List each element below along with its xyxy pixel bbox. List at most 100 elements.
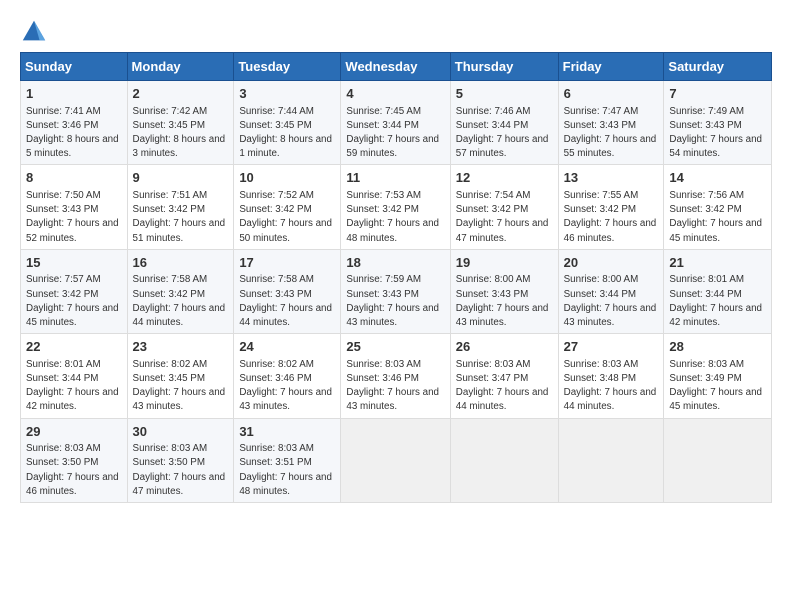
day-cell: 7Sunrise: 7:49 AMSunset: 3:43 PMDaylight… — [664, 81, 772, 165]
day-cell: 3 Sunrise: 7:44 AMSunset: 3:45 PMDaylight… — [234, 81, 341, 165]
day-number: 23 — [133, 338, 229, 356]
day-cell: 29 Sunrise: 8:03 AMSunset: 3:50 PMDayligh… — [21, 418, 128, 502]
day-info: Sunrise: 7:45 AMSunset: 3:44 PMDaylight:… — [346, 106, 439, 160]
day-info: Sunrise: 7:59 AMSunset: 3:43 PMDaylight:… — [346, 274, 439, 328]
day-cell: 16 Sunrise: 7:58 AMSunset: 3:42 PMDayligh… — [127, 249, 234, 333]
day-cell: 4 Sunrise: 7:45 AMSunset: 3:44 PMDaylight… — [341, 81, 450, 165]
day-number: 4 — [346, 85, 444, 103]
day-info: Sunrise: 8:02 AMSunset: 3:46 PMDaylight:… — [239, 359, 332, 413]
col-header-sunday: Sunday — [21, 53, 128, 81]
day-cell: 23 Sunrise: 8:02 AMSunset: 3:45 PMDayligh… — [127, 334, 234, 418]
day-info: Sunrise: 8:02 AMSunset: 3:45 PMDaylight:… — [133, 359, 226, 413]
day-info: Sunrise: 8:01 AMSunset: 3:44 PMDaylight:… — [669, 274, 762, 328]
day-number: 12 — [456, 169, 553, 187]
day-cell — [341, 418, 450, 502]
col-header-thursday: Thursday — [450, 53, 558, 81]
day-cell: 5Sunrise: 7:46 AMSunset: 3:44 PMDaylight… — [450, 81, 558, 165]
calendar-table: SundayMondayTuesdayWednesdayThursdayFrid… — [20, 52, 772, 503]
day-cell: 19 Sunrise: 8:00 AMSunset: 3:43 PMDayligh… — [450, 249, 558, 333]
day-number: 24 — [239, 338, 335, 356]
day-info: Sunrise: 7:50 AMSunset: 3:43 PMDaylight:… — [26, 190, 119, 244]
day-number: 31 — [239, 423, 335, 441]
day-info: Sunrise: 8:00 AMSunset: 3:43 PMDaylight:… — [456, 274, 549, 328]
day-number: 10 — [239, 169, 335, 187]
day-info: Sunrise: 7:58 AMSunset: 3:42 PMDaylight:… — [133, 274, 226, 328]
day-number: 28 — [669, 338, 766, 356]
logo-icon — [20, 18, 48, 46]
week-row-3: 15 Sunrise: 7:57 AMSunset: 3:42 PMDayligh… — [21, 249, 772, 333]
day-cell: 14Sunrise: 7:56 AMSunset: 3:42 PMDayligh… — [664, 165, 772, 249]
day-number: 27 — [564, 338, 659, 356]
day-number: 9 — [133, 169, 229, 187]
day-cell: 9 Sunrise: 7:51 AMSunset: 3:42 PMDaylight… — [127, 165, 234, 249]
day-cell: 20 Sunrise: 8:00 AMSunset: 3:44 PMDayligh… — [558, 249, 664, 333]
day-info: Sunrise: 8:03 AMSunset: 3:50 PMDaylight:… — [26, 443, 119, 497]
col-header-saturday: Saturday — [664, 53, 772, 81]
calendar-page: SundayMondayTuesdayWednesdayThursdayFrid… — [0, 0, 792, 612]
header-row: SundayMondayTuesdayWednesdayThursdayFrid… — [21, 53, 772, 81]
col-header-friday: Friday — [558, 53, 664, 81]
day-info: Sunrise: 7:47 AMSunset: 3:43 PMDaylight:… — [564, 106, 657, 160]
day-info: Sunrise: 7:44 AMSunset: 3:45 PMDaylight:… — [239, 106, 332, 160]
week-row-4: 22 Sunrise: 8:01 AMSunset: 3:44 PMDayligh… — [21, 334, 772, 418]
day-number: 21 — [669, 254, 766, 272]
header — [20, 18, 772, 46]
day-number: 1 — [26, 85, 122, 103]
week-row-1: 1 Sunrise: 7:41 AMSunset: 3:46 PMDaylight… — [21, 81, 772, 165]
day-info: Sunrise: 8:00 AMSunset: 3:44 PMDaylight:… — [564, 274, 657, 328]
day-info: Sunrise: 7:42 AMSunset: 3:45 PMDaylight:… — [133, 106, 226, 160]
day-number: 17 — [239, 254, 335, 272]
day-info: Sunrise: 8:01 AMSunset: 3:44 PMDaylight:… — [26, 359, 119, 413]
day-number: 20 — [564, 254, 659, 272]
col-header-monday: Monday — [127, 53, 234, 81]
day-number: 2 — [133, 85, 229, 103]
col-header-tuesday: Tuesday — [234, 53, 341, 81]
day-number: 30 — [133, 423, 229, 441]
day-cell: 10 Sunrise: 7:52 AMSunset: 3:42 PMDayligh… — [234, 165, 341, 249]
day-number: 6 — [564, 85, 659, 103]
day-cell: 11 Sunrise: 7:53 AMSunset: 3:42 PMDayligh… — [341, 165, 450, 249]
day-cell: 15 Sunrise: 7:57 AMSunset: 3:42 PMDayligh… — [21, 249, 128, 333]
day-info: Sunrise: 7:53 AMSunset: 3:42 PMDaylight:… — [346, 190, 439, 244]
day-number: 26 — [456, 338, 553, 356]
day-number: 16 — [133, 254, 229, 272]
day-info: Sunrise: 7:46 AMSunset: 3:44 PMDaylight:… — [456, 106, 549, 160]
day-number: 19 — [456, 254, 553, 272]
day-number: 25 — [346, 338, 444, 356]
day-info: Sunrise: 8:03 AMSunset: 3:48 PMDaylight:… — [564, 359, 657, 413]
day-cell: 8Sunrise: 7:50 AMSunset: 3:43 PMDaylight… — [21, 165, 128, 249]
day-cell: 6 Sunrise: 7:47 AMSunset: 3:43 PMDaylight… — [558, 81, 664, 165]
day-info: Sunrise: 7:52 AMSunset: 3:42 PMDaylight:… — [239, 190, 332, 244]
day-cell: 13 Sunrise: 7:55 AMSunset: 3:42 PMDayligh… — [558, 165, 664, 249]
day-cell: 17 Sunrise: 7:58 AMSunset: 3:43 PMDayligh… — [234, 249, 341, 333]
col-header-wednesday: Wednesday — [341, 53, 450, 81]
day-number: 14 — [669, 169, 766, 187]
day-info: Sunrise: 8:03 AMSunset: 3:46 PMDaylight:… — [346, 359, 439, 413]
day-info: Sunrise: 7:57 AMSunset: 3:42 PMDaylight:… — [26, 274, 119, 328]
day-info: Sunrise: 7:58 AMSunset: 3:43 PMDaylight:… — [239, 274, 332, 328]
day-info: Sunrise: 8:03 AMSunset: 3:49 PMDaylight:… — [669, 359, 762, 413]
day-info: Sunrise: 8:03 AMSunset: 3:51 PMDaylight:… — [239, 443, 332, 497]
day-number: 18 — [346, 254, 444, 272]
day-number: 15 — [26, 254, 122, 272]
day-number: 7 — [669, 85, 766, 103]
day-cell: 28 Sunrise: 8:03 AMSunset: 3:49 PMDayligh… — [664, 334, 772, 418]
day-cell — [558, 418, 664, 502]
day-info: Sunrise: 7:51 AMSunset: 3:42 PMDaylight:… — [133, 190, 226, 244]
day-number: 11 — [346, 169, 444, 187]
day-cell: 2 Sunrise: 7:42 AMSunset: 3:45 PMDaylight… — [127, 81, 234, 165]
day-cell: 12Sunrise: 7:54 AMSunset: 3:42 PMDayligh… — [450, 165, 558, 249]
day-number: 22 — [26, 338, 122, 356]
day-cell — [664, 418, 772, 502]
day-info: Sunrise: 7:41 AMSunset: 3:46 PMDaylight:… — [26, 106, 119, 160]
day-info: Sunrise: 8:03 AMSunset: 3:47 PMDaylight:… — [456, 359, 549, 413]
day-number: 3 — [239, 85, 335, 103]
week-row-5: 29 Sunrise: 8:03 AMSunset: 3:50 PMDayligh… — [21, 418, 772, 502]
day-cell: 1 Sunrise: 7:41 AMSunset: 3:46 PMDaylight… — [21, 81, 128, 165]
day-number: 29 — [26, 423, 122, 441]
day-cell: 30Sunrise: 8:03 AMSunset: 3:50 PMDayligh… — [127, 418, 234, 502]
day-cell: 21 Sunrise: 8:01 AMSunset: 3:44 PMDayligh… — [664, 249, 772, 333]
day-cell: 26 Sunrise: 8:03 AMSunset: 3:47 PMDayligh… — [450, 334, 558, 418]
day-info: Sunrise: 7:55 AMSunset: 3:42 PMDaylight:… — [564, 190, 657, 244]
day-number: 13 — [564, 169, 659, 187]
